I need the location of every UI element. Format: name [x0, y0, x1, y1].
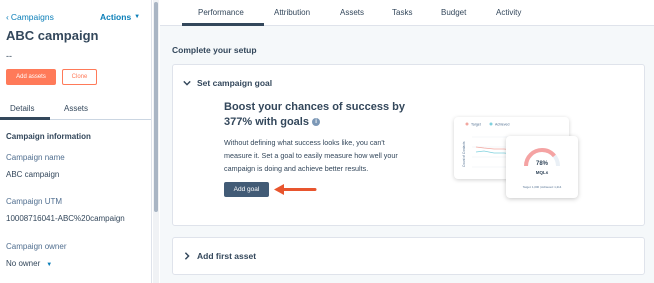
- legend-target-label: Target: [471, 123, 481, 127]
- sidebar-scrollbar[interactable]: [153, 0, 159, 283]
- caret-down-icon: ▼: [46, 262, 53, 268]
- tab-performance[interactable]: Performance: [198, 8, 244, 17]
- campaign-utm-value[interactable]: 10008716041-ABC%20campaign: [6, 214, 125, 223]
- top-tab-bar: Performance Attribution Assets Tasks Bud…: [160, 0, 654, 26]
- chevron-down-icon: [183, 80, 191, 86]
- main-content: Performance Attribution Assets Tasks Bud…: [160, 0, 654, 283]
- info-icon[interactable]: i: [312, 118, 321, 127]
- chevron-left-icon: ‹: [6, 12, 9, 22]
- campaign-utm-label: Campaign UTM: [6, 197, 63, 206]
- active-tab-indicator: [0, 117, 50, 120]
- clone-button[interactable]: Clone: [62, 69, 97, 85]
- campaign-sidebar: ‹ Campaigns Actions ▼ ABC campaign -- Ad…: [0, 0, 152, 283]
- active-tab-indicator: [182, 23, 264, 26]
- set-campaign-goal-card: Set campaign goal Boost your chances of …: [172, 64, 645, 226]
- add-first-asset-card: Add first asset: [172, 237, 645, 275]
- add-goal-button[interactable]: Add goal: [224, 182, 269, 197]
- campaign-name-label: Campaign name: [6, 153, 65, 162]
- caret-down-icon: ▼: [134, 14, 141, 20]
- campaign-owner-dropdown[interactable]: No owner ▼: [6, 259, 52, 268]
- tab-attribution[interactable]: Attribution: [274, 8, 310, 17]
- chevron-right-icon: [184, 252, 190, 260]
- campaign-title: ABC campaign: [6, 28, 99, 43]
- gauge-graphic: 78% MQLs Target: 1,000 | Achieved: 1,214: [523, 148, 562, 189]
- pointing-arrow-icon: [274, 184, 317, 195]
- goal-card-header[interactable]: Set campaign goal: [183, 78, 272, 88]
- tab-activity[interactable]: Activity: [496, 8, 521, 17]
- gauge-footer: Target: 1,000 | Achieved: 1,214: [523, 185, 562, 189]
- mql-gauge-card: 78% MQLs Target: 1,000 | Achieved: 1,214: [506, 136, 578, 198]
- add-assets-button[interactable]: Add assets: [6, 69, 56, 85]
- scrollbar-thumb[interactable]: [154, 2, 158, 212]
- tab-details[interactable]: Details: [10, 104, 34, 113]
- tab-assets[interactable]: Assets: [64, 104, 88, 113]
- tab-budget[interactable]: Budget: [441, 8, 466, 17]
- gauge-percent: 78%: [536, 161, 549, 167]
- goal-description: Without defining what success looks like…: [224, 138, 398, 173]
- asset-card-header[interactable]: Add first asset: [183, 251, 256, 261]
- setup-section-title: Complete your setup: [172, 45, 257, 55]
- campaign-name-value[interactable]: ABC campaign: [6, 170, 59, 179]
- tab-tasks[interactable]: Tasks: [392, 8, 412, 17]
- y-axis-label: Count of Contacts: [462, 141, 466, 167]
- campaign-description-placeholder: --: [6, 51, 12, 61]
- legend-achieved-label: Achieved: [495, 123, 509, 127]
- goal-headline: Boost your chances of success by 377% wi…: [224, 101, 405, 128]
- sidebar-tabs: Details Assets: [0, 96, 151, 120]
- campaign-owner-label: Campaign owner: [6, 242, 67, 251]
- actions-dropdown[interactable]: Actions ▼: [100, 12, 140, 22]
- tab-assets[interactable]: Assets: [340, 8, 364, 17]
- gauge-metric-label: MQLs: [536, 170, 549, 175]
- back-to-campaigns-link[interactable]: ‹ Campaigns: [6, 12, 54, 22]
- section-title: Campaign information: [6, 132, 91, 141]
